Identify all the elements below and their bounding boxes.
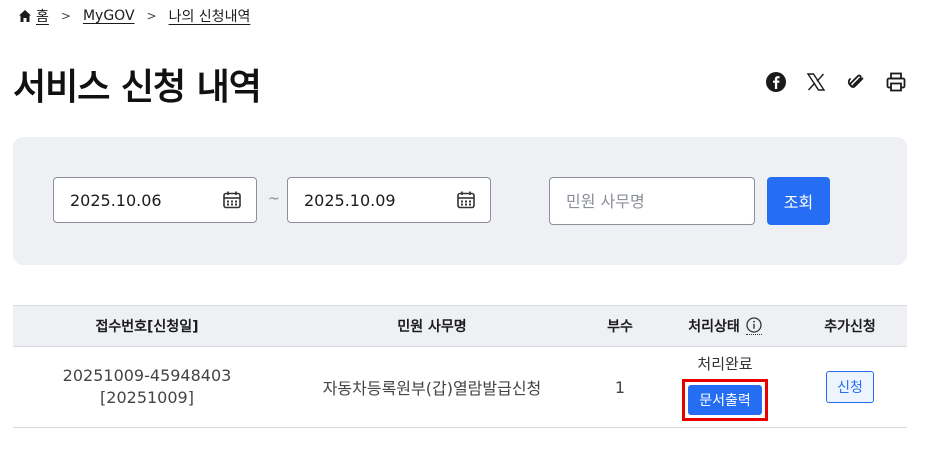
header-status: 처리상태	[657, 316, 793, 336]
status-cell: 처리완료 문서출력	[657, 353, 793, 421]
start-date-field[interactable]: 2025.10.06	[53, 177, 257, 223]
end-date-field[interactable]: 2025.10.09	[287, 177, 491, 223]
header-additional: 추가신청	[824, 319, 876, 335]
service-name-input[interactable]	[549, 177, 755, 225]
header-status-label: 처리상태	[688, 319, 740, 335]
receipt-number: 20251009-45948403	[62, 366, 232, 385]
calendar-icon[interactable]	[222, 190, 242, 210]
breadcrumb: 홈 > MyGOV > 나의 신청내역	[18, 6, 250, 26]
calendar-icon[interactable]	[456, 190, 476, 210]
date-separator: ~	[268, 191, 280, 207]
chevron-right-icon: >	[60, 9, 71, 23]
info-icon[interactable]	[745, 317, 762, 335]
share-toolbar	[765, 71, 907, 93]
breadcrumb-current[interactable]: 나의 신청내역	[169, 6, 251, 26]
apply-button[interactable]: 신청	[826, 371, 874, 403]
status-text: 처리완료	[697, 355, 753, 373]
print-icon[interactable]	[885, 71, 907, 93]
service-cell: 자동차등록원부(갑)열람발급신청	[322, 379, 542, 398]
application-table: 접수번호[신청일] 민원 사무명 부수 처리상태 추가신청 20251009-4…	[13, 305, 907, 428]
end-date-value: 2025.10.09	[304, 190, 396, 210]
header-copies: 부수	[607, 319, 633, 335]
highlight-box: 문서출력	[682, 379, 768, 421]
table-header: 접수번호[신청일] 민원 사무명 부수 처리상태 추가신청	[13, 305, 907, 347]
breadcrumb-mygov[interactable]: MyGOV	[83, 8, 135, 24]
home-icon	[18, 9, 32, 23]
header-service: 민원 사무명	[397, 319, 467, 335]
print-document-button[interactable]: 문서출력	[688, 385, 762, 415]
x-icon[interactable]	[805, 71, 827, 93]
facebook-icon[interactable]	[765, 71, 787, 93]
receipt-date: [20251009]	[100, 388, 194, 407]
receipt-cell: 20251009-45948403 [20251009]	[13, 365, 281, 409]
start-date-value: 2025.10.06	[70, 190, 162, 210]
link-icon[interactable]	[845, 71, 867, 93]
table-row: 20251009-45948403 [20251009] 자동차등록원부(갑)열…	[13, 347, 907, 428]
additional-cell: 신청	[793, 371, 907, 403]
copies-cell: 1	[614, 377, 626, 397]
header-receipt: 접수번호[신청일]	[95, 319, 199, 335]
search-panel: 2025.10.06 ~ 2025.10.09 조회	[13, 137, 907, 265]
search-button[interactable]: 조회	[767, 177, 830, 225]
page-title: 서비스 신청 내역	[13, 67, 262, 108]
chevron-right-icon: >	[146, 9, 157, 23]
breadcrumb-home[interactable]: 홈	[36, 6, 49, 26]
